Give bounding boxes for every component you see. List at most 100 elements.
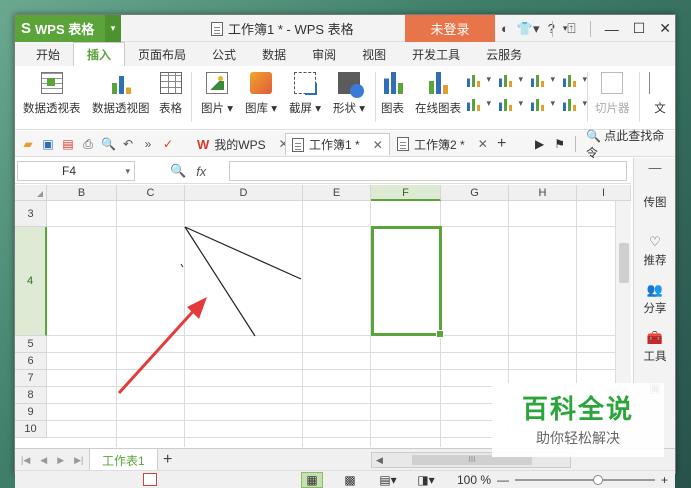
tab-page-layout[interactable]: 页面布局 [125,42,199,66]
last-sheet-icon[interactable]: ▶| [74,455,83,466]
restore-ribbon-icon[interactable]: ⍐ [567,20,575,37]
tab-formulas[interactable]: 公式 [199,42,249,66]
side-panel-collapse[interactable]: — [634,160,676,175]
calendar-icon[interactable] [143,473,157,486]
slicer-button[interactable]: 切片器 [595,72,630,116]
sheet-tab-1[interactable]: 工作表1 [89,449,158,471]
gallery-button[interactable]: 图库 ▾ [245,72,277,116]
sheet-nav: |◀ ◀ ▶ ▶| [21,449,83,471]
area-chart-icon[interactable] [467,98,493,112]
online-chart-icon [427,72,449,94]
pivot-table-label: 数据透视表 [23,103,81,115]
side-item-label: 推荐 [643,255,667,267]
gallery-label: 图库 ▾ [245,103,277,115]
prev-sheet-icon[interactable]: ◀ [40,455,47,466]
customize-icon[interactable]: ✓ [161,137,175,151]
side-item-share[interactable]: 👥 分享 [634,282,676,316]
pie-chart-icon[interactable] [531,98,557,112]
normal-view-icon[interactable]: ▦ [301,472,323,488]
screenshot-button[interactable]: 截屏 ▾ [289,72,321,116]
scroll-left-icon[interactable]: ◀ [376,453,383,467]
print-icon[interactable]: ⎙ [81,137,95,152]
chart-types-row-1 [467,74,589,88]
zoom-level[interactable]: 100 % [457,473,491,487]
textbox-button[interactable]: 文 [649,72,671,116]
new-tab-icon[interactable]: + [497,131,506,157]
screenshot-icon [293,72,317,95]
zoom-in-icon[interactable]: + [661,473,668,487]
fx-icon[interactable]: fx [196,164,206,179]
tab-insert[interactable]: 插入 [73,42,126,66]
shirt-icon[interactable]: 👕▾ [517,21,540,37]
more-icon[interactable]: » [141,137,155,151]
pivot-chart-label: 数据透视图 [92,103,150,115]
name-box[interactable]: F4 ▾ [17,161,135,181]
side-item-upload[interactable]: 传图 [634,194,676,210]
tab-developer[interactable]: 开发工具 [399,42,473,66]
tab-view[interactable]: 视图 [349,42,399,66]
divider [191,72,192,122]
table-button[interactable]: 表格 [159,72,182,116]
diagonal-line-lower[interactable] [184,226,256,337]
chevron-down-icon[interactable]: ▾ [105,15,121,42]
radar-chart-icon[interactable] [563,74,589,88]
zoom-slider-knob[interactable] [593,475,604,485]
tab-my-wps[interactable]: W 我的WPS ✕ [191,133,295,155]
tab-my-wps-label: 我的WPS [214,137,266,152]
skin-icon[interactable]: ◐ [501,21,509,36]
first-sheet-icon[interactable]: |◀ [21,455,30,466]
vertical-scroll-thumb[interactable] [619,243,629,283]
save-icon[interactable]: ▣ [41,137,55,151]
undo-icon[interactable]: ↶ [121,137,135,151]
open-folder-icon[interactable]: ▰ [21,137,35,151]
tab-workbook-1[interactable]: 工作簿1 * ✕ [285,133,390,155]
minimize-icon[interactable]: — [605,21,619,37]
tab-cloud[interactable]: 云服务 [473,42,535,66]
search-command[interactable]: 🔍 点此查找命令 [586,127,675,161]
tab-review[interactable]: 审阅 [299,42,349,66]
app-menu-button[interactable]: S WPS 表格 ▾ [15,15,121,42]
picture-button[interactable]: 图片 ▾ [201,72,233,116]
zoom-search-icon[interactable]: 🔍 [170,163,186,179]
page-layout-view-icon[interactable]: ▩ [339,472,361,488]
tab-list-icon[interactable]: ▶ [535,137,544,151]
add-sheet-icon[interactable]: + [163,449,172,471]
reading-mode-icon[interactable]: ◨▾ [415,472,437,488]
watermark-logo: 百科全说 助你轻松解决 [492,383,664,457]
tab-workbook-2[interactable]: 工作簿2 * ✕ [391,133,494,155]
tab-data[interactable]: 数据 [249,42,299,66]
doc-title-text: 工作簿1 * - WPS 表格 [228,22,354,37]
zoom-slider[interactable] [515,475,656,485]
export-pdf-icon[interactable]: ▤ [61,137,75,151]
menu-bar: 开始 插入 页面布局 公式 数据 审阅 视图 开发工具 云服务 [15,42,675,66]
formula-input[interactable] [229,161,627,181]
side-item-tools[interactable]: 🧰 工具 [634,330,676,364]
online-chart-button[interactable]: 在线图表 [415,72,461,116]
close-icon[interactable]: ✕ [659,20,671,37]
bar-chart-icon[interactable] [499,74,525,88]
column-chart-icon[interactable] [467,74,493,88]
close-tab-icon[interactable]: ✕ [478,137,488,151]
small-mark [180,263,184,268]
login-button[interactable]: 未登录 [405,15,495,42]
cell-reference: F4 [62,164,77,178]
maximize-icon[interactable]: ☐ [633,20,646,37]
pivot-chart-button[interactable]: 数据透视图 [92,72,150,116]
flag-icon[interactable]: ⚑ [554,137,565,151]
tab-home[interactable]: 开始 [23,42,73,66]
scatter-chart-icon[interactable] [563,98,589,112]
shapes-button[interactable]: 形状 ▾ [333,72,365,116]
line-chart-icon[interactable] [531,74,557,88]
stock-chart-icon[interactable] [499,98,525,112]
side-item-recommend[interactable]: ♡ 推荐 [634,234,676,268]
pivot-table-button[interactable]: 数据透视表 [23,72,81,116]
page-break-view-icon[interactable]: ▤▾ [377,472,399,488]
toolbox-icon: 🧰 [646,330,664,345]
chart-button[interactable]: 图表 [381,72,404,116]
print-preview-icon[interactable]: 🔍 [101,137,116,151]
table-icon [159,72,182,94]
next-sheet-icon[interactable]: ▶ [57,455,64,466]
close-tab-icon[interactable]: ✕ [373,138,383,152]
chevron-down-icon[interactable]: ▾ [125,162,130,180]
zoom-out-icon[interactable]: — [497,473,509,487]
